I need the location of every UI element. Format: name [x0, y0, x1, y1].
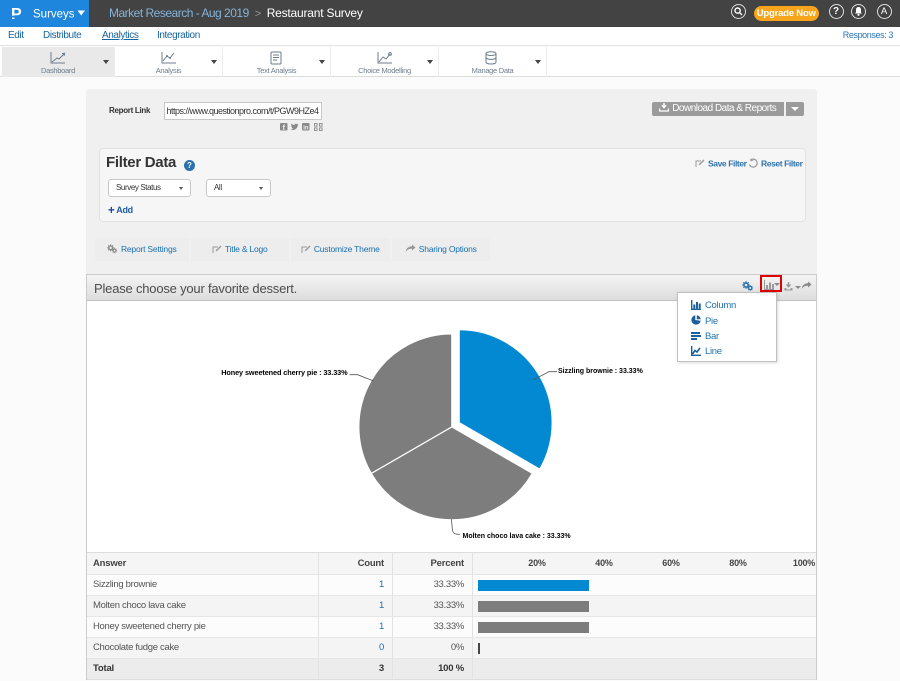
svg-text:in: in [303, 125, 309, 130]
svg-text:Surveys: Surveys [33, 9, 75, 21]
svg-text:P: P [11, 6, 22, 23]
